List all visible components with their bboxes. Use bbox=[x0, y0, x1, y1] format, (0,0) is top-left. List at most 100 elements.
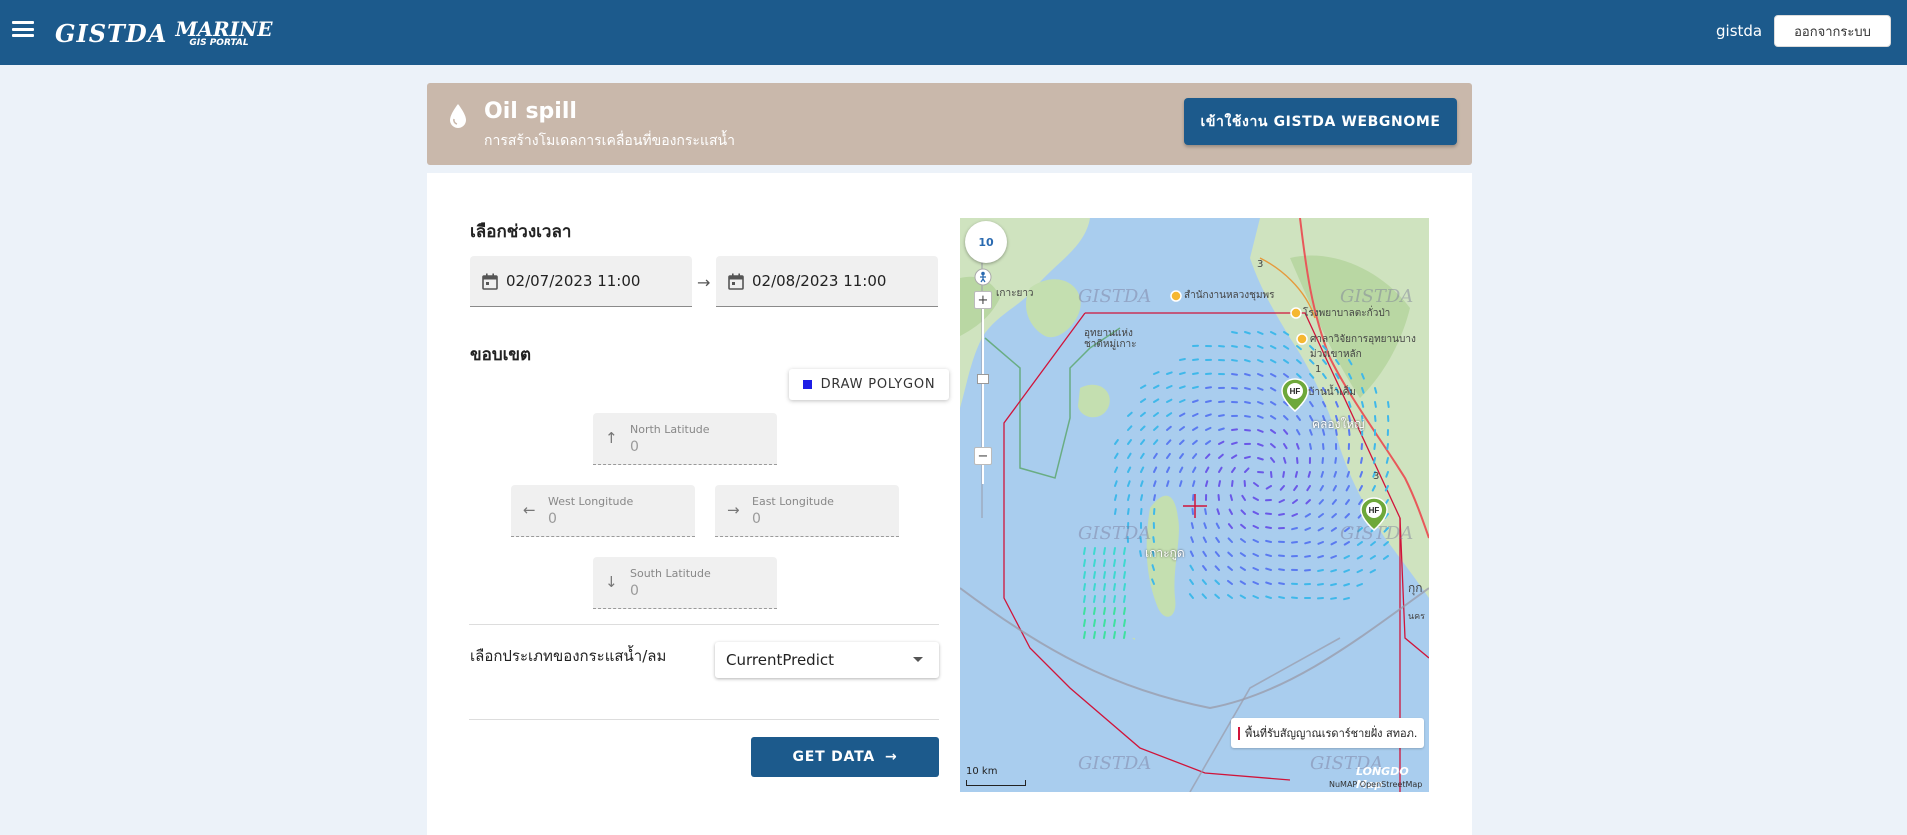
current-vector bbox=[1294, 471, 1298, 478]
webgnome-button[interactable]: เข้าใช้งาน GISTDA WEBGNOME bbox=[1184, 98, 1457, 145]
map-pan-control[interactable]: 10 bbox=[965, 221, 1007, 263]
current-vector bbox=[1270, 429, 1277, 434]
current-vector bbox=[1382, 555, 1389, 560]
current-vector bbox=[1231, 345, 1238, 348]
current-vector bbox=[1202, 536, 1207, 543]
current-vector bbox=[1140, 452, 1145, 459]
current-vector bbox=[1369, 555, 1376, 560]
current-vector bbox=[1231, 331, 1238, 334]
current-type-select[interactable]: CurrentPredict bbox=[715, 642, 939, 678]
polygon-square-icon bbox=[802, 380, 812, 389]
current-vector bbox=[1229, 494, 1233, 501]
hf-station-pin-icon[interactable]: HF bbox=[1360, 497, 1388, 531]
hf-station-pin-icon[interactable]: HF bbox=[1281, 378, 1309, 412]
arrow-right-icon: → bbox=[885, 749, 898, 765]
map-watermark: GISTDA bbox=[1078, 523, 1152, 544]
north-latitude-field[interactable]: ↑ North Latitude 0 bbox=[593, 413, 777, 465]
current-vector bbox=[1179, 358, 1186, 361]
current-vector bbox=[1123, 571, 1126, 579]
current-vector bbox=[1192, 372, 1199, 375]
current-vector bbox=[1278, 568, 1285, 571]
current-vector bbox=[1244, 401, 1251, 404]
current-vector bbox=[1231, 387, 1238, 390]
app-logo[interactable]: GISTDA MARINE GIS PORTAL bbox=[55, 12, 273, 54]
map-place-label: กุก bbox=[1408, 581, 1423, 595]
current-vector bbox=[1318, 513, 1324, 518]
zoom-out-button[interactable]: − bbox=[974, 447, 992, 465]
logout-button[interactable]: ออกจากระบบ bbox=[1774, 15, 1891, 47]
current-vector bbox=[1296, 429, 1301, 436]
map-place-label: อุทยานแห่งชาติหมู่เกาะ bbox=[1084, 328, 1137, 350]
current-vector bbox=[1305, 499, 1311, 505]
current-vector bbox=[1227, 551, 1233, 557]
current-vector bbox=[1127, 452, 1132, 459]
current-vector bbox=[1334, 457, 1337, 464]
map-attribution[interactable]: NuMAP OpenStreetMap bbox=[1329, 780, 1422, 789]
current-vector bbox=[1188, 593, 1194, 599]
current-vector bbox=[1345, 485, 1350, 492]
west-longitude-field[interactable]: ← West Longitude 0 bbox=[511, 485, 695, 537]
current-vector bbox=[1330, 597, 1337, 600]
current-vector bbox=[1218, 414, 1225, 417]
current-vector bbox=[1257, 373, 1264, 377]
current-vector bbox=[1306, 485, 1311, 492]
current-vector bbox=[1330, 583, 1337, 587]
current-vector bbox=[1093, 595, 1096, 603]
current-vector bbox=[1252, 581, 1259, 585]
street-view-icon[interactable] bbox=[974, 268, 992, 286]
map-place-label: เกาะกูด bbox=[1145, 546, 1185, 560]
calendar-icon bbox=[482, 273, 498, 290]
zoom-handle[interactable] bbox=[977, 374, 989, 384]
current-vector bbox=[1270, 415, 1277, 420]
current-vector bbox=[1203, 522, 1207, 529]
current-vector bbox=[1385, 457, 1389, 464]
current-vector bbox=[1265, 539, 1272, 543]
get-data-button[interactable]: GET DATA → bbox=[751, 737, 939, 777]
current-vector bbox=[1283, 443, 1288, 450]
current-vector bbox=[1253, 482, 1259, 487]
current-vector bbox=[1205, 440, 1212, 445]
current-vector bbox=[1296, 415, 1301, 421]
current-vector bbox=[1205, 386, 1212, 389]
zoom-in-button[interactable]: + bbox=[974, 291, 992, 309]
current-vector bbox=[1114, 439, 1119, 445]
current-vector bbox=[1192, 466, 1197, 473]
draw-polygon-button[interactable]: DRAW POLYGON bbox=[789, 369, 949, 400]
svg-text:HF: HF bbox=[1290, 387, 1301, 396]
current-vector bbox=[1346, 471, 1350, 478]
current-vector bbox=[1283, 415, 1289, 421]
current-vector bbox=[1279, 485, 1285, 491]
current-vector bbox=[1153, 398, 1160, 403]
current-vector bbox=[1307, 471, 1311, 478]
current-vector bbox=[1083, 583, 1086, 591]
current-vector bbox=[1192, 358, 1199, 361]
current-vector bbox=[1330, 527, 1337, 532]
current-vector bbox=[1270, 373, 1277, 378]
current-vector bbox=[1201, 579, 1207, 585]
current-vector bbox=[1347, 457, 1350, 464]
current-vector bbox=[1179, 399, 1186, 403]
end-date-field[interactable]: 02/08/2023 11:00 bbox=[716, 256, 938, 307]
current-vector bbox=[1309, 443, 1312, 450]
current-vector bbox=[1283, 429, 1289, 435]
current-vector bbox=[1227, 565, 1233, 571]
east-longitude-field[interactable]: → East Longitude 0 bbox=[715, 485, 899, 537]
current-vector bbox=[1123, 559, 1126, 567]
current-vector bbox=[1240, 509, 1246, 515]
current-vector bbox=[1127, 480, 1131, 487]
map-place-label: สำนักงานหลวงชุมพร bbox=[1184, 290, 1275, 301]
start-date-field[interactable]: 02/07/2023 11:00 bbox=[470, 256, 692, 307]
bounds-title: ขอบเขต bbox=[470, 345, 532, 365]
current-vector bbox=[1244, 373, 1251, 377]
south-latitude-field[interactable]: ↓ South Latitude 0 bbox=[593, 557, 777, 609]
current-vector bbox=[1265, 526, 1272, 529]
road-number-label: 3 bbox=[1373, 471, 1380, 482]
hamburger-menu-icon[interactable] bbox=[12, 18, 34, 40]
scale-label: 10 km bbox=[966, 766, 998, 777]
map-view[interactable]: GISTDA GISTDA GISTDA GISTDA GISTDA GISTD… bbox=[960, 218, 1429, 792]
current-vector bbox=[1333, 471, 1337, 478]
end-date-value: 02/08/2023 11:00 bbox=[752, 272, 887, 290]
current-vector bbox=[1228, 508, 1233, 515]
arrow-right-icon: → bbox=[727, 501, 740, 519]
map-place-label: โรงพยาบาลตะกั่วป่า bbox=[1303, 308, 1391, 319]
